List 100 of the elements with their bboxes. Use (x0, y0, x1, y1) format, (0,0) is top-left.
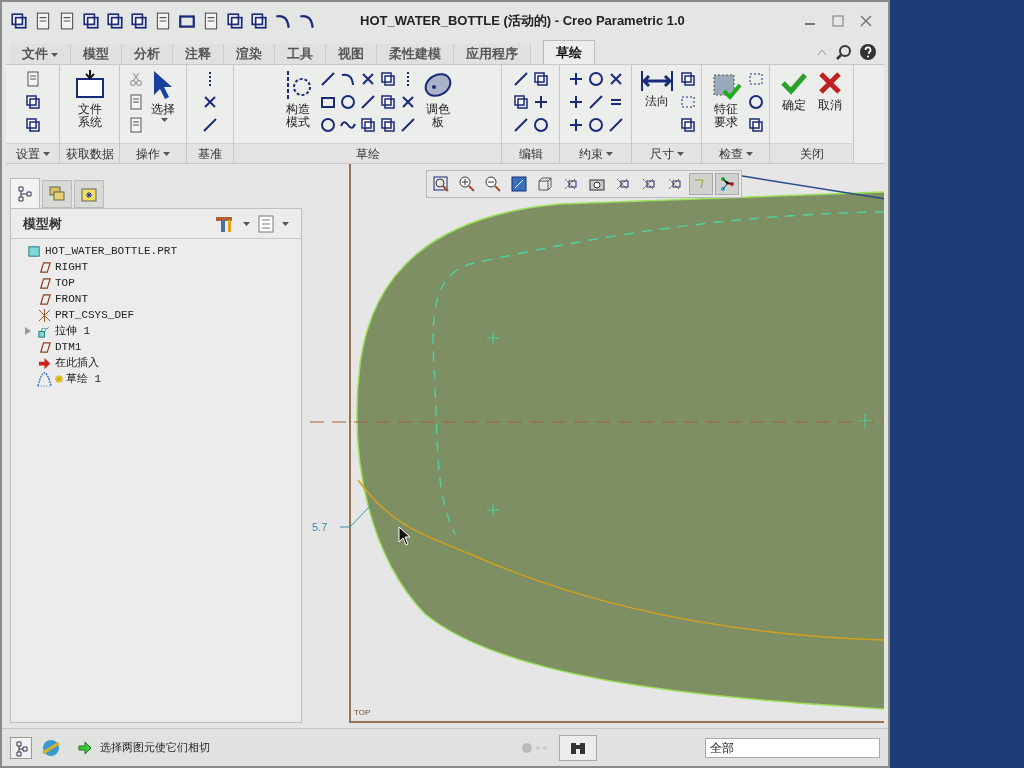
circle-icon[interactable] (319, 117, 336, 133)
ribbon-tab[interactable]: 应用程序 (454, 44, 531, 64)
square-icon[interactable] (130, 12, 148, 30)
line-icon[interactable] (512, 71, 529, 87)
page-icon[interactable] (34, 12, 52, 30)
ribbon-tab[interactable]: 注释 (173, 44, 224, 64)
panel-tab[interactable] (10, 178, 40, 208)
square-icon[interactable] (512, 94, 529, 110)
ribbon-button[interactable]: 构造模式 (279, 69, 316, 129)
cross-icon[interactable] (399, 94, 416, 110)
square-icon[interactable] (10, 12, 28, 30)
line-icon[interactable] (202, 117, 218, 133)
tree-item[interactable]: DTM1 (55, 338, 82, 356)
rectangle-icon[interactable] (178, 12, 196, 30)
square-icon[interactable] (226, 12, 244, 30)
caret-icon (51, 52, 58, 57)
caret-icon (163, 152, 170, 157)
tree-icon[interactable] (10, 736, 32, 759)
square-icon[interactable] (532, 71, 549, 87)
ribbon-tab[interactable]: 分析 (122, 44, 173, 64)
cross-icon[interactable] (202, 94, 218, 110)
line-icon[interactable] (587, 94, 604, 110)
tools-icon[interactable] (215, 214, 235, 233)
caret-icon (605, 152, 613, 157)
scissors-icon[interactable] (128, 71, 144, 87)
rectangle-icon[interactable] (319, 94, 336, 110)
caret-icon (161, 118, 168, 122)
dashed-box-icon[interactable] (679, 94, 696, 110)
plus-icon[interactable] (567, 117, 584, 133)
square-icon[interactable] (679, 71, 696, 87)
caret-icon[interactable] (282, 221, 289, 226)
ribbon-button[interactable]: 法向 (637, 69, 676, 108)
dashed-box-icon[interactable] (747, 71, 764, 87)
page-icon[interactable] (202, 12, 220, 30)
square-icon[interactable] (82, 12, 100, 30)
caret-icon[interactable] (243, 221, 250, 226)
arc-icon[interactable] (274, 12, 292, 30)
square-icon[interactable] (359, 117, 376, 133)
search-icon[interactable] (836, 44, 852, 60)
circle-icon[interactable] (532, 117, 549, 133)
arrow-icon (78, 740, 92, 755)
plus-icon[interactable] (567, 94, 584, 110)
line-icon[interactable] (512, 117, 529, 133)
ribbon-tab[interactable]: 柔性建模 (377, 44, 454, 64)
line-icon[interactable] (359, 94, 376, 110)
status-message: 选择两图元使它们相切 (100, 740, 210, 756)
plane-icon (37, 339, 52, 355)
square-icon[interactable] (379, 117, 396, 133)
ribbon-button[interactable]: 取消 (813, 69, 846, 112)
find-button[interactable] (559, 734, 597, 761)
circle-icon[interactable] (587, 117, 604, 133)
square-icon[interactable] (679, 117, 696, 133)
tree-item[interactable]: RIGHT (55, 258, 88, 276)
tree-item[interactable]: TOP (55, 274, 75, 292)
ribbon-button[interactable]: 选择 (148, 69, 178, 122)
vertex-display-icon[interactable] (715, 173, 739, 195)
ribbon-tab[interactable]: 模型 (71, 44, 122, 64)
square-icon[interactable] (747, 117, 764, 133)
line-icon[interactable] (607, 117, 624, 133)
circle-icon[interactable] (339, 94, 356, 110)
square-icon[interactable] (24, 94, 41, 110)
circle-icon[interactable] (587, 71, 604, 87)
ribbon-tab[interactable]: 视图 (326, 44, 377, 64)
tree-item[interactable]: FRONT (55, 290, 88, 308)
square-icon[interactable] (250, 12, 268, 30)
ribbon-tab[interactable]: 工具 (275, 44, 326, 64)
line-icon[interactable] (399, 117, 416, 133)
square-icon[interactable] (24, 117, 41, 133)
ribbon-button[interactable]: 文件系统 (71, 69, 108, 129)
cross-icon[interactable] (607, 71, 624, 87)
line-icon[interactable] (319, 71, 336, 87)
ribbon-button[interactable]: 调色板 (419, 69, 456, 129)
tree-item[interactable]: 在此插入 (55, 354, 99, 372)
panel-tab[interactable] (74, 180, 104, 208)
ribbon-tab[interactable]: 渲染 (224, 44, 275, 64)
group-label[interactable]: 草绘 (355, 144, 380, 163)
ribbon-tab[interactable]: 草绘 (543, 40, 595, 64)
circle-icon[interactable] (747, 94, 764, 110)
tree-item[interactable]: HOT_WATER_BOTTLE.PRT (45, 242, 178, 260)
help-icon[interactable] (860, 44, 876, 60)
ribbon-button[interactable]: 特征要求 (707, 69, 744, 129)
arc-icon[interactable] (298, 12, 316, 30)
tree-item[interactable]: 草绘 1 (66, 370, 102, 388)
tree-icon (15, 183, 35, 204)
tree-item[interactable]: PRT_CSYS_DEF (55, 306, 135, 324)
arc-icon[interactable] (339, 71, 356, 87)
tree-item[interactable]: 拉伸 1 (55, 322, 91, 340)
plus-icon[interactable] (567, 71, 584, 87)
cross-icon[interactable] (359, 71, 376, 87)
page-icon[interactable] (58, 12, 76, 30)
page-icon[interactable] (154, 12, 172, 30)
ribbon-button[interactable]: 确定 (777, 69, 810, 112)
filter-dropdown[interactable]: 全部 (705, 737, 880, 758)
dimension-icon (639, 69, 674, 93)
ribbon-tab[interactable]: 文件 (10, 44, 71, 64)
square-icon[interactable] (379, 94, 396, 110)
close-icon[interactable] (860, 15, 872, 27)
square-icon[interactable] (379, 71, 396, 87)
plus-icon[interactable] (532, 94, 549, 110)
square-icon[interactable] (106, 12, 124, 30)
